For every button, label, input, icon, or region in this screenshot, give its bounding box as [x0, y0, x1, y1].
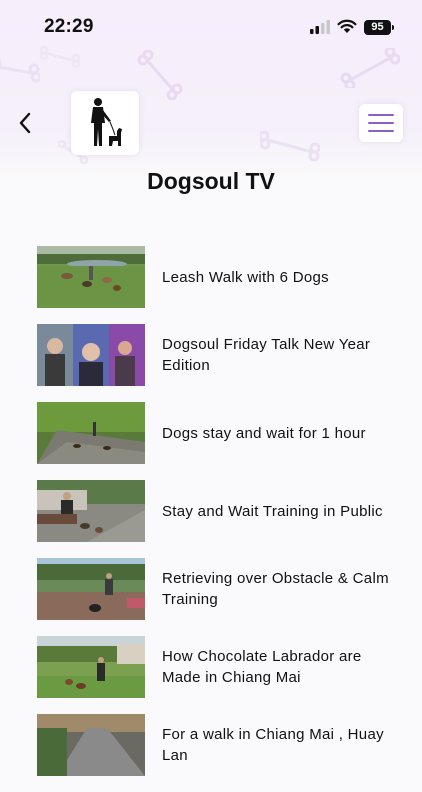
video-thumbnail[interactable]	[37, 714, 145, 776]
video-title: Leash Walk with 6 Dogs	[162, 268, 329, 286]
video-item[interactable]: Leash Walk with 6 Dogs	[0, 246, 422, 324]
video-thumbnail[interactable]	[37, 324, 145, 386]
video-title: For a walk in Chiang Mai , Huay Lan	[162, 726, 384, 764]
cellular-signal-icon	[310, 20, 330, 34]
video-item[interactable]: How Chocolate Labrador are Made in Chian…	[0, 636, 422, 714]
video-title: Retrieving over Obstacle & Calm Training	[162, 570, 389, 608]
bone-decoration-icon	[0, 59, 40, 83]
video-item[interactable]: Dogsoul Friday Talk New Year Edition	[0, 324, 422, 402]
video-title: How Chocolate Labrador are Made in Chian…	[162, 648, 362, 686]
dog-trainer-logo	[91, 98, 122, 146]
video-item[interactable]: For a walk in Chiang Mai , Huay Lan	[0, 714, 422, 792]
video-item[interactable]: Stay and Wait Training in Public	[0, 480, 422, 558]
battery-tip	[392, 25, 394, 30]
page-title: Dogsoul TV	[147, 168, 275, 194]
video-item[interactable]: Dogs stay and wait for 1 hour	[0, 402, 422, 480]
back-button[interactable]	[14, 110, 38, 136]
battery-level: 95	[364, 20, 391, 35]
status-bar: 22:29 95	[0, 0, 422, 54]
video-thumbnail[interactable]	[37, 636, 145, 698]
bone-decoration-icon	[137, 50, 183, 100]
video-thumbnail[interactable]	[37, 558, 145, 620]
dogsoul-logo[interactable]	[71, 91, 139, 155]
video-item[interactable]: Retrieving over Obstacle & Calm Training	[0, 558, 422, 636]
chevron-left-icon	[19, 112, 31, 134]
menu-button[interactable]	[359, 104, 403, 142]
status-time: 22:29	[44, 16, 94, 37]
wifi-icon	[337, 19, 357, 33]
video-thumbnail[interactable]	[37, 480, 145, 542]
bone-decoration-icon	[340, 48, 400, 88]
video-title: Stay and Wait Training in Public	[162, 502, 383, 520]
video-thumbnail[interactable]	[37, 402, 145, 464]
video-list: Leash Walk with 6 Dogs Dogsoul Friday Ta…	[0, 246, 422, 792]
video-thumbnail[interactable]	[37, 246, 145, 308]
video-title: Dogs stay and wait for 1 hour	[162, 424, 366, 442]
bone-decoration-icon	[260, 130, 320, 162]
video-title: Dogsoul Friday Talk New Year Edition	[162, 336, 371, 374]
